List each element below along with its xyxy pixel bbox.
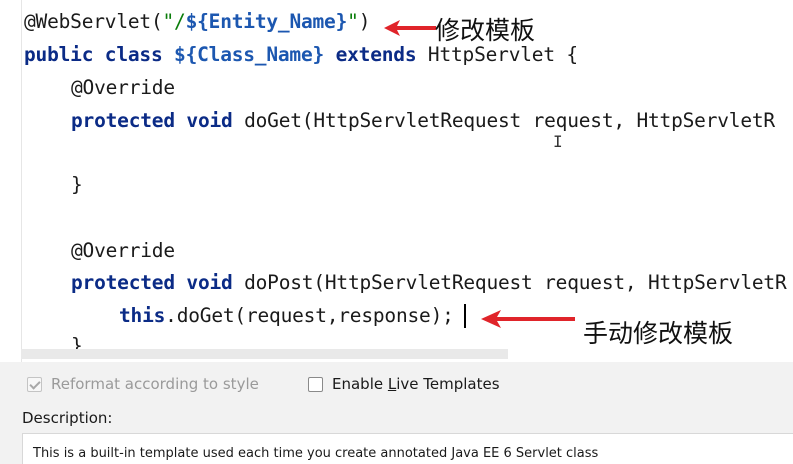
string-token: ": [347, 10, 359, 33]
class-name-variable: ${Class_Name}: [174, 43, 325, 66]
template-options-panel: Reformat according to style Enable Live …: [0, 362, 793, 464]
editor-gutter: [21, 0, 22, 362]
reformat-option: Reformat according to style: [27, 375, 259, 393]
string-token: "/: [162, 10, 186, 33]
method-signature: doGet(HttpServletRequest request, HttpSe…: [232, 109, 775, 132]
description-label: Description:: [22, 409, 113, 427]
code-line-4: protected void doGet(HttpServletRequest …: [71, 109, 775, 133]
live-templates-label: Enable Live Templates: [332, 375, 500, 393]
annotation-token: @WebServlet(: [24, 10, 163, 33]
keyword-token: this: [119, 304, 166, 327]
keyword-token: extends: [324, 43, 417, 66]
brace-token: }: [71, 173, 83, 196]
description-text: This is a built-in template used each ti…: [33, 446, 599, 461]
entity-name-variable: ${Entity_Name}: [185, 10, 348, 33]
reformat-label: Reformat according to style: [51, 375, 259, 393]
arrow-left-icon: [481, 310, 575, 328]
paren-token: ): [358, 10, 371, 33]
override-annotation: @Override: [71, 76, 175, 99]
keyword-token: public class: [24, 43, 175, 66]
code-line-1: @WebServlet("/${Entity_Name}"): [24, 10, 370, 34]
keyword-token: protected void: [71, 271, 233, 294]
code-line-7: protected void doPost(HttpServletRequest…: [71, 271, 787, 295]
text-cursor: [464, 304, 466, 328]
code-line-3: @Override: [71, 76, 175, 100]
reformat-checkbox[interactable]: [27, 376, 42, 392]
live-templates-option[interactable]: Enable Live Templates: [308, 375, 500, 393]
live-templates-checkbox[interactable]: [308, 376, 323, 392]
method-signature: doPost(HttpServletRequest request, HttpS…: [232, 271, 787, 294]
keyword-token: protected void: [71, 109, 233, 132]
ibeam-cursor-icon: I: [553, 132, 563, 151]
description-box: This is a built-in template used each ti…: [22, 433, 793, 464]
override-annotation: @Override: [71, 239, 175, 262]
code-line-8: this.doGet(request,response);: [119, 304, 454, 328]
arrow-left-icon: [384, 20, 436, 36]
template-editor[interactable]: @WebServlet("/${Entity_Name}") public cl…: [0, 0, 793, 362]
horizontal-scrollbar[interactable]: [21, 349, 508, 359]
code-line-6: @Override: [71, 239, 175, 263]
annotation-modify-template: 修改模板: [435, 16, 536, 45]
method-call: .doGet(request,response);: [165, 304, 454, 327]
code-line-5: }: [71, 173, 83, 197]
annotation-manual-modify-template: 手动修改模板: [583, 319, 734, 348]
